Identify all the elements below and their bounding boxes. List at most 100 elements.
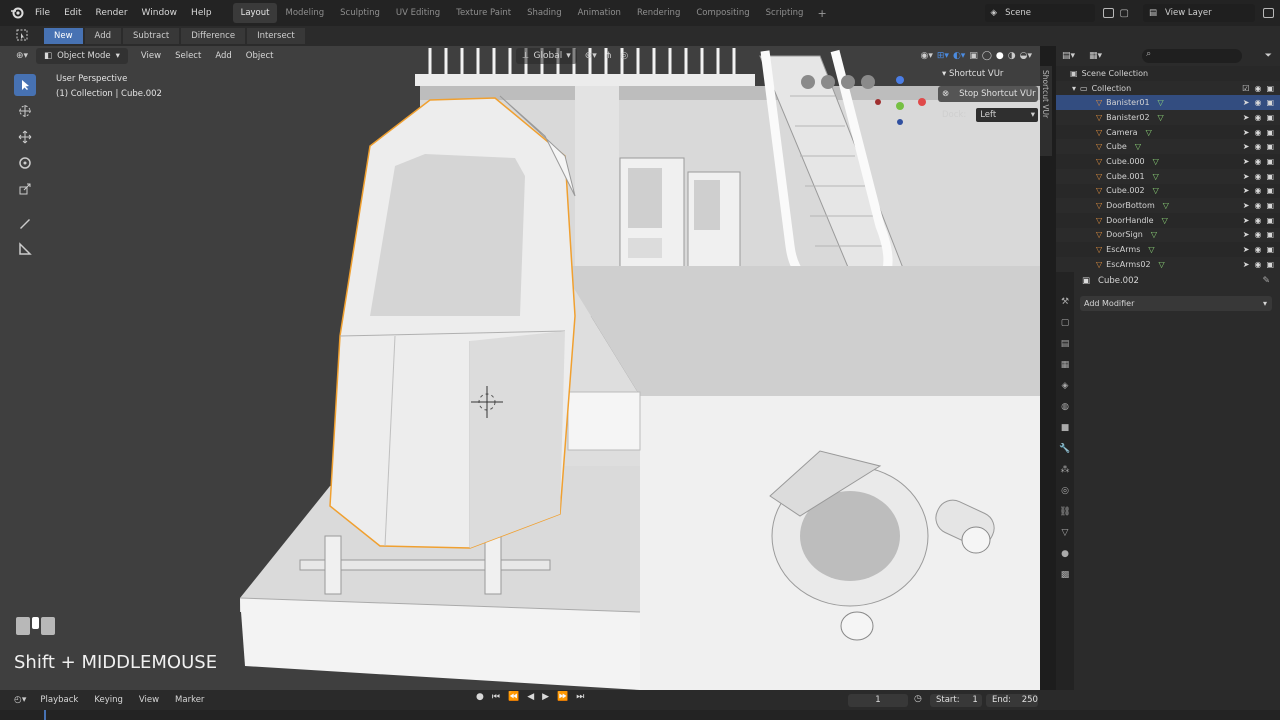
render-tab-icon[interactable]: ▢ bbox=[1059, 317, 1071, 329]
mesh-data-icon[interactable]: ▽ bbox=[1135, 142, 1141, 151]
boolean-add-button[interactable]: Add bbox=[84, 28, 122, 44]
blender-logo-icon[interactable] bbox=[6, 0, 28, 26]
camera-icon[interactable]: ▣ bbox=[1266, 113, 1274, 122]
camera-icon[interactable]: ▣ bbox=[1266, 201, 1274, 210]
tab-scripting[interactable]: Scripting bbox=[758, 3, 812, 23]
view-layer-tab-icon[interactable]: ▦ bbox=[1059, 359, 1071, 371]
mesh-data-icon[interactable]: ▽ bbox=[1151, 230, 1157, 239]
end-frame-field[interactable]: End: 250 bbox=[986, 694, 1038, 707]
boolean-new-button[interactable]: New bbox=[44, 28, 83, 44]
outliner-item[interactable]: ▽ EscArms02 ▽ ➤ ◉ ▣ bbox=[1056, 256, 1280, 272]
proportional-edit-icon[interactable]: ◎ bbox=[620, 51, 628, 61]
eye-icon[interactable]: ◉ bbox=[1254, 216, 1261, 225]
material-tab-icon[interactable]: ● bbox=[1059, 548, 1071, 560]
select-toggle-icon[interactable]: ➤ bbox=[1243, 113, 1250, 122]
select-toggle-icon[interactable]: ➤ bbox=[1243, 186, 1250, 195]
outliner-search-input[interactable]: ⌕ bbox=[1142, 49, 1243, 63]
outliner-item[interactable]: ▽ Cube.000 ▽ ➤ ◉ ▣ bbox=[1056, 154, 1280, 169]
xray-icon[interactable]: ▣ bbox=[969, 51, 978, 61]
timeline-editor-icon[interactable]: ◴▾ bbox=[14, 695, 26, 705]
3d-viewport[interactable]: ⊕▾ ◧ Object Mode ▾ View Select Add Objec… bbox=[0, 46, 1040, 690]
outliner-item[interactable]: ▽ DoorBottom ▽ ➤ ◉ ▣ bbox=[1056, 198, 1280, 213]
gizmo-icon[interactable]: ⊞▾ bbox=[937, 51, 949, 61]
camera-icon[interactable]: ▣ bbox=[1266, 157, 1274, 166]
scene-tab-icon[interactable]: ◈ bbox=[1059, 380, 1071, 392]
menu-window[interactable]: Window bbox=[135, 0, 185, 26]
pin-icon[interactable]: ✎ bbox=[1262, 276, 1270, 286]
scale-tool-icon[interactable] bbox=[14, 178, 36, 200]
viewport-menu-select[interactable]: Select bbox=[168, 51, 208, 61]
tab-uv-editing[interactable]: UV Editing bbox=[388, 3, 448, 23]
select-toggle-icon[interactable]: ➤ bbox=[1243, 98, 1250, 107]
shortcut-panel-title[interactable]: ▾ Shortcut VUr bbox=[938, 66, 1038, 82]
move-tool-icon[interactable] bbox=[14, 126, 36, 148]
texture-tab-icon[interactable]: ▩ bbox=[1059, 569, 1071, 581]
stop-shortcut-button[interactable]: ⊗ Stop Shortcut VUr bbox=[938, 86, 1038, 102]
tab-sculpting[interactable]: Sculpting bbox=[332, 3, 388, 23]
mesh-data-icon[interactable]: ▽ bbox=[1148, 245, 1154, 254]
select-toggle-icon[interactable]: ➤ bbox=[1243, 245, 1250, 254]
outliner-item[interactable]: ▽ DoorSign ▽ ➤ ◉ ▣ bbox=[1056, 227, 1280, 243]
object-tab-icon[interactable]: ■ bbox=[1059, 422, 1071, 434]
outliner-item[interactable]: ▽ Cube.002 ▽ ➤ ◉ ▣ bbox=[1056, 184, 1280, 199]
timeline-menu-playback[interactable]: Playback bbox=[32, 695, 86, 705]
tab-shading[interactable]: Shading bbox=[519, 3, 570, 23]
outliner-item[interactable]: ▽ Camera ▽ ➤ ◉ ▣ bbox=[1056, 125, 1280, 140]
camera-icon[interactable]: ▣ bbox=[1266, 142, 1274, 151]
select-toggle-icon[interactable]: ➤ bbox=[1243, 230, 1250, 239]
tab-texture-paint[interactable]: Texture Paint bbox=[448, 3, 519, 23]
timeline-menu-keying[interactable]: Keying bbox=[86, 695, 131, 705]
add-workspace-icon[interactable]: + bbox=[811, 7, 832, 20]
scene-selector[interactable]: ◈ Scene bbox=[984, 4, 1095, 22]
outliner-item[interactable]: ▽ Banister02 ▽ ➤ ◉ ▣ bbox=[1056, 110, 1280, 125]
eye-icon[interactable]: ◉ bbox=[1254, 172, 1261, 181]
camera-icon[interactable]: ▣ bbox=[1266, 216, 1274, 225]
mesh-data-icon[interactable]: ▽ bbox=[1158, 113, 1164, 122]
new-scene-icon[interactable] bbox=[1102, 8, 1114, 18]
boolean-subtract-button[interactable]: Subtract bbox=[123, 28, 180, 44]
outliner-item[interactable]: ▽ Cube.001 ▽ ➤ ◉ ▣ bbox=[1056, 168, 1280, 184]
outliner-collection[interactable]: ▾ ▭ Collection ☑ ◉ ▣ bbox=[1056, 80, 1280, 96]
filter-icon[interactable]: ⏷ bbox=[1265, 51, 1272, 61]
mesh-data-icon[interactable]: ▽ bbox=[1163, 201, 1169, 210]
outliner-item[interactable]: ▽ Banister01 ▽ ➤ ◉ ▣ bbox=[1056, 95, 1280, 111]
mesh-data-icon[interactable]: ▽ bbox=[1158, 98, 1164, 107]
close-scene-icon[interactable]: ▢ bbox=[1120, 8, 1129, 19]
jump-start-icon[interactable]: ⏮ bbox=[492, 692, 500, 702]
viewport-menu-object[interactable]: Object bbox=[239, 51, 281, 61]
eye-icon[interactable]: ◉ bbox=[1254, 113, 1261, 122]
select-toggle-icon[interactable]: ➤ bbox=[1243, 172, 1250, 181]
transform-orientation-dropdown[interactable]: ⟂ Global ▾ bbox=[516, 48, 577, 64]
select-toggle-icon[interactable]: ➤ bbox=[1243, 128, 1250, 137]
camera-icon[interactable]: ▣ bbox=[1266, 128, 1274, 137]
menu-file[interactable]: File bbox=[28, 0, 57, 26]
eye-icon[interactable]: ◉ bbox=[1254, 260, 1261, 269]
timeline-menu-view[interactable]: View bbox=[131, 695, 167, 705]
select-toggle-icon[interactable]: ➤ bbox=[1243, 142, 1250, 151]
camera-icon[interactable]: ▣ bbox=[1266, 260, 1274, 269]
select-toggle-icon[interactable]: ➤ bbox=[1243, 216, 1250, 225]
eye-icon[interactable]: ◉ bbox=[1254, 245, 1261, 254]
eye-icon[interactable]: ◉ bbox=[1254, 186, 1261, 195]
pivot-icon[interactable]: ⊛▾ bbox=[585, 51, 597, 61]
tab-modeling[interactable]: Modeling bbox=[277, 3, 332, 23]
display-mode-icon[interactable]: ▦▾ bbox=[1089, 51, 1102, 61]
select-toggle-icon[interactable]: ➤ bbox=[1243, 157, 1250, 166]
timeline-track[interactable] bbox=[0, 710, 1280, 720]
snap-icon[interactable]: ⋔ bbox=[605, 51, 613, 61]
outliner-scene-collection[interactable]: ▣ Scene Collection bbox=[1056, 66, 1280, 81]
material-shading-icon[interactable]: ◑ bbox=[1008, 51, 1016, 61]
outliner-editor-icon[interactable]: ▤▾ bbox=[1062, 51, 1075, 61]
solid-shading-icon[interactable]: ● bbox=[996, 51, 1004, 61]
select-toggle-icon[interactable]: ➤ bbox=[1243, 260, 1250, 269]
boolean-difference-button[interactable]: Difference bbox=[181, 28, 246, 44]
editor-type-icon[interactable]: ⊕▾ bbox=[16, 51, 28, 61]
output-tab-icon[interactable]: ▤ bbox=[1059, 338, 1071, 350]
eye-icon[interactable]: ◉ bbox=[1254, 84, 1261, 93]
tool-tab-icon[interactable]: ⚒ bbox=[1059, 296, 1071, 308]
select-toggle-icon[interactable]: ➤ bbox=[1243, 201, 1250, 210]
camera-icon[interactable]: ▣ bbox=[1266, 186, 1274, 195]
checkbox-icon[interactable]: ☑ bbox=[1242, 84, 1249, 93]
modifier-tab-icon[interactable]: 🔧 bbox=[1059, 443, 1071, 455]
wireframe-shading-icon[interactable]: ◯ bbox=[982, 51, 992, 61]
